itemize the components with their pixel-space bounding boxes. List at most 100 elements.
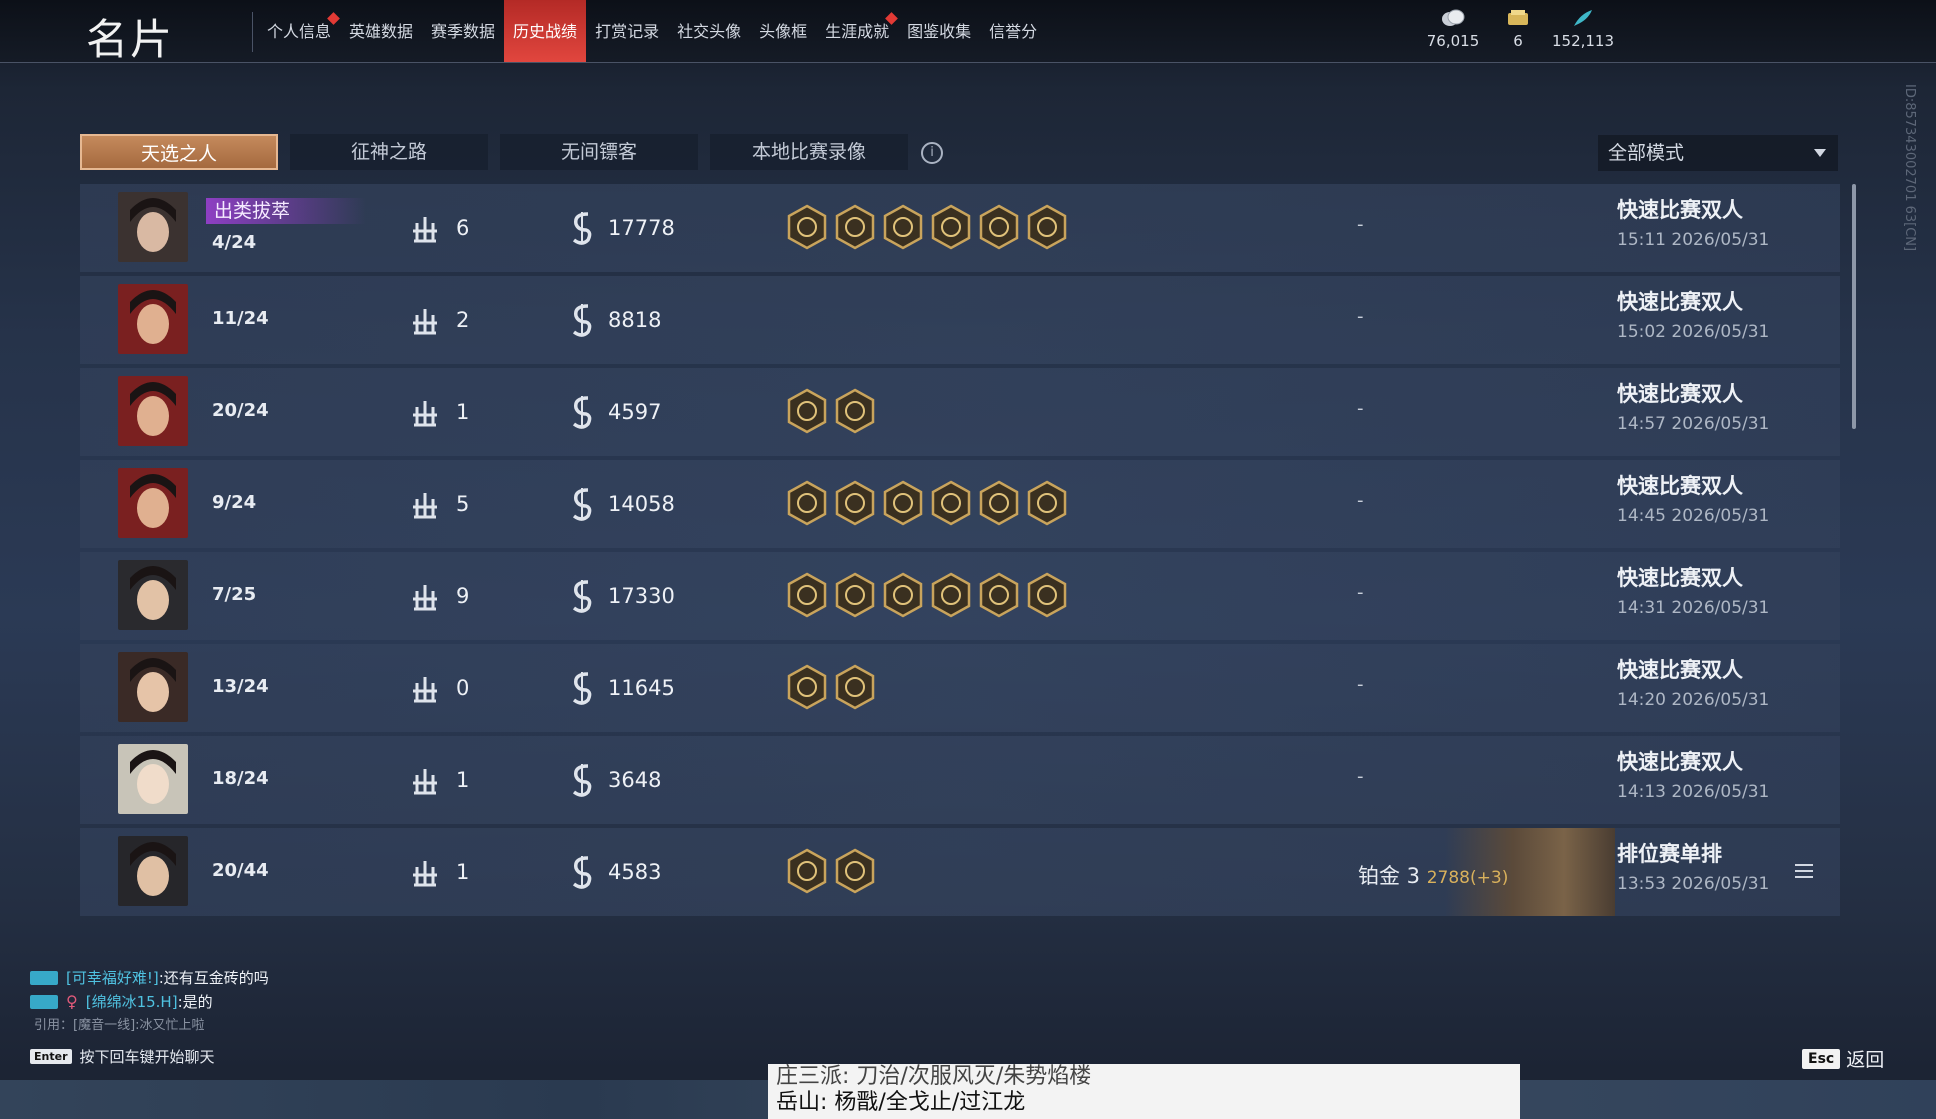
chat-message: :是的 (177, 993, 213, 1011)
kills-icon (408, 855, 442, 893)
info-icon[interactable]: i (921, 142, 943, 164)
damage-icon (568, 210, 596, 250)
chat-quote: 引用：[魔音一线]:冰又忙上啦 (34, 1018, 205, 1033)
tab-label: 打赏记录 (595, 22, 660, 41)
achievement-badge-icon[interactable] (786, 204, 828, 254)
achievement-badge-icon[interactable] (978, 480, 1020, 530)
match-row[interactable]: 出类拔萃 4/24 6 17778 - 快速比赛双人 15:11 2026/05/31 (80, 184, 1840, 272)
badge-list (786, 848, 876, 898)
achievement-badge-icon[interactable] (834, 480, 876, 530)
achievement-badge-icon[interactable] (1026, 204, 1068, 254)
tab-reward-records[interactable]: 打赏记录 (586, 0, 668, 62)
achievement-badge-icon[interactable] (1026, 572, 1068, 622)
match-row[interactable]: 7/25 9 17330 - 快速比赛双人 14:31 2026/05/31 (80, 552, 1840, 640)
tab-tianxuan[interactable]: 天选之人 (80, 134, 278, 170)
tab-hero-data[interactable]: 英雄数据 (340, 0, 422, 62)
achievement-badge-icon[interactable] (930, 572, 972, 622)
achievement-badge-icon[interactable] (834, 572, 876, 622)
match-row[interactable]: 20/24 1 4597 - 快速比赛双人 14:57 2026/05/31 (80, 368, 1840, 456)
tab-label: 赛季数据 (431, 22, 496, 41)
achievement-badge-icon[interactable] (786, 664, 828, 714)
rank-change: - (1357, 582, 1364, 603)
tab-social-avatar[interactable]: 社交头像 (668, 0, 750, 62)
chat-nick[interactable]: [绵绵冰15.H] (86, 993, 178, 1011)
chat-line: ♀ [绵绵冰15.H]:是的 (30, 990, 269, 1014)
tab-wujian[interactable]: 无间镖客 (500, 134, 698, 170)
tab-match-history[interactable]: 历史战绩 (504, 0, 587, 62)
match-time: 15:02 2026/05/31 (1617, 322, 1770, 342)
achievement-badge-icon[interactable] (786, 572, 828, 622)
kill-count: 2 (456, 308, 470, 332)
damage-value: 14058 (608, 492, 675, 516)
game-mode: 快速比赛双人 (1617, 474, 1743, 498)
esc-key-icon: Esc (1802, 1048, 1841, 1069)
tab-zhengshen[interactable]: 征神之路 (290, 134, 488, 170)
tab-personal-info[interactable]: 个人信息 (258, 0, 340, 62)
female-icon: ♀ (66, 992, 78, 1011)
achievement-badge-icon[interactable] (930, 204, 972, 254)
tab-label: 信誉分 (989, 22, 1038, 41)
achievement-badge-icon[interactable] (834, 848, 876, 898)
hero-avatar (118, 284, 188, 354)
chat-hint: Enter 按下回车键开始聊天 (30, 1046, 215, 1067)
match-row[interactable]: 20/44 1 4583 铂金 3 2788(+3) 排位赛单排 13:53 2026/0… (80, 828, 1840, 916)
achievement-badge-icon[interactable] (1026, 480, 1068, 530)
game-mode: 排位赛单排 (1617, 842, 1722, 866)
match-row[interactable]: 11/24 2 8818 - 快速比赛双人 15:02 2026/05/31 (80, 276, 1840, 364)
hero-avatar (118, 560, 188, 630)
damage-value: 3648 (608, 768, 662, 792)
damage-icon (568, 578, 596, 618)
achievement-badge-icon[interactable] (786, 848, 828, 898)
player-id: ID:857343002701 63[CN] (1902, 84, 1917, 252)
achievement-badge-icon[interactable] (930, 480, 972, 530)
kill-count: 9 (456, 584, 470, 608)
achievement-badge-icon[interactable] (786, 480, 828, 530)
achievement-badge-icon[interactable] (786, 388, 828, 438)
back-button[interactable]: Esc 返回 (1802, 1045, 1884, 1072)
chat-line: [可幸福好难!]:还有互金砖的吗 (30, 966, 269, 990)
rank-change: - (1357, 490, 1364, 511)
tier-points: 2788(+3) (1426, 868, 1509, 888)
title-badge: 出类拔萃 (206, 198, 366, 224)
hero-avatar (118, 376, 188, 446)
kills-icon (408, 579, 442, 617)
achievement-badge-icon[interactable] (834, 664, 876, 714)
match-row[interactable]: 18/24 1 3648 - 快速比赛双人 14:13 2026/05/31 (80, 736, 1840, 824)
damage-icon (568, 302, 596, 342)
achievement-badge-icon[interactable] (882, 204, 924, 254)
match-row[interactable]: 13/24 0 11645 - 快速比赛双人 14:20 2026/05/31 (80, 644, 1840, 732)
tab-career-achievements[interactable]: 生涯成就 (816, 0, 898, 62)
achievement-badge-icon[interactable] (978, 204, 1020, 254)
placement: 11/24 (212, 308, 269, 329)
tab-label: 历史战绩 (513, 22, 578, 41)
damage-value: 11645 (608, 676, 675, 700)
tab-collection[interactable]: 图鉴收集 (898, 0, 980, 62)
achievement-badge-icon[interactable] (882, 480, 924, 530)
kills-icon (408, 395, 442, 433)
placement: 13/24 (212, 676, 269, 697)
mode-select[interactable]: 全部模式 (1598, 135, 1838, 171)
game-mode: 快速比赛双人 (1617, 658, 1743, 682)
details-menu-icon[interactable] (1795, 864, 1813, 882)
placement: 4/24 (212, 232, 257, 253)
achievement-badge-icon[interactable] (882, 572, 924, 622)
scrollbar[interactable] (1852, 184, 1856, 429)
match-row[interactable]: 9/24 5 14058 - 快速比赛双人 14:45 2026/05/31 (80, 460, 1840, 548)
tab-season-data[interactable]: 赛季数据 (422, 0, 504, 62)
overlay-text-line: 岳山: 杨戬/全戈止/过江龙 (776, 1090, 1026, 1115)
achievement-badge-icon[interactable] (834, 204, 876, 254)
placement: 20/24 (212, 400, 269, 421)
placement: 18/24 (212, 768, 269, 789)
badge-list (786, 204, 1068, 254)
hero-avatar (118, 192, 188, 262)
kills-icon (408, 763, 442, 801)
tab-avatar-frame[interactable]: 头像框 (750, 0, 816, 62)
tab-local-replays[interactable]: 本地比赛录像 (710, 134, 908, 170)
achievement-badge-icon[interactable] (834, 388, 876, 438)
badge-list (786, 572, 1068, 622)
achievement-badge-icon[interactable] (978, 572, 1020, 622)
tab-credit-score[interactable]: 信誉分 (980, 0, 1046, 62)
kills-icon (408, 671, 442, 709)
chat-nick[interactable]: [可幸福好难!] (66, 969, 159, 987)
game-mode: 快速比赛双人 (1617, 750, 1743, 774)
